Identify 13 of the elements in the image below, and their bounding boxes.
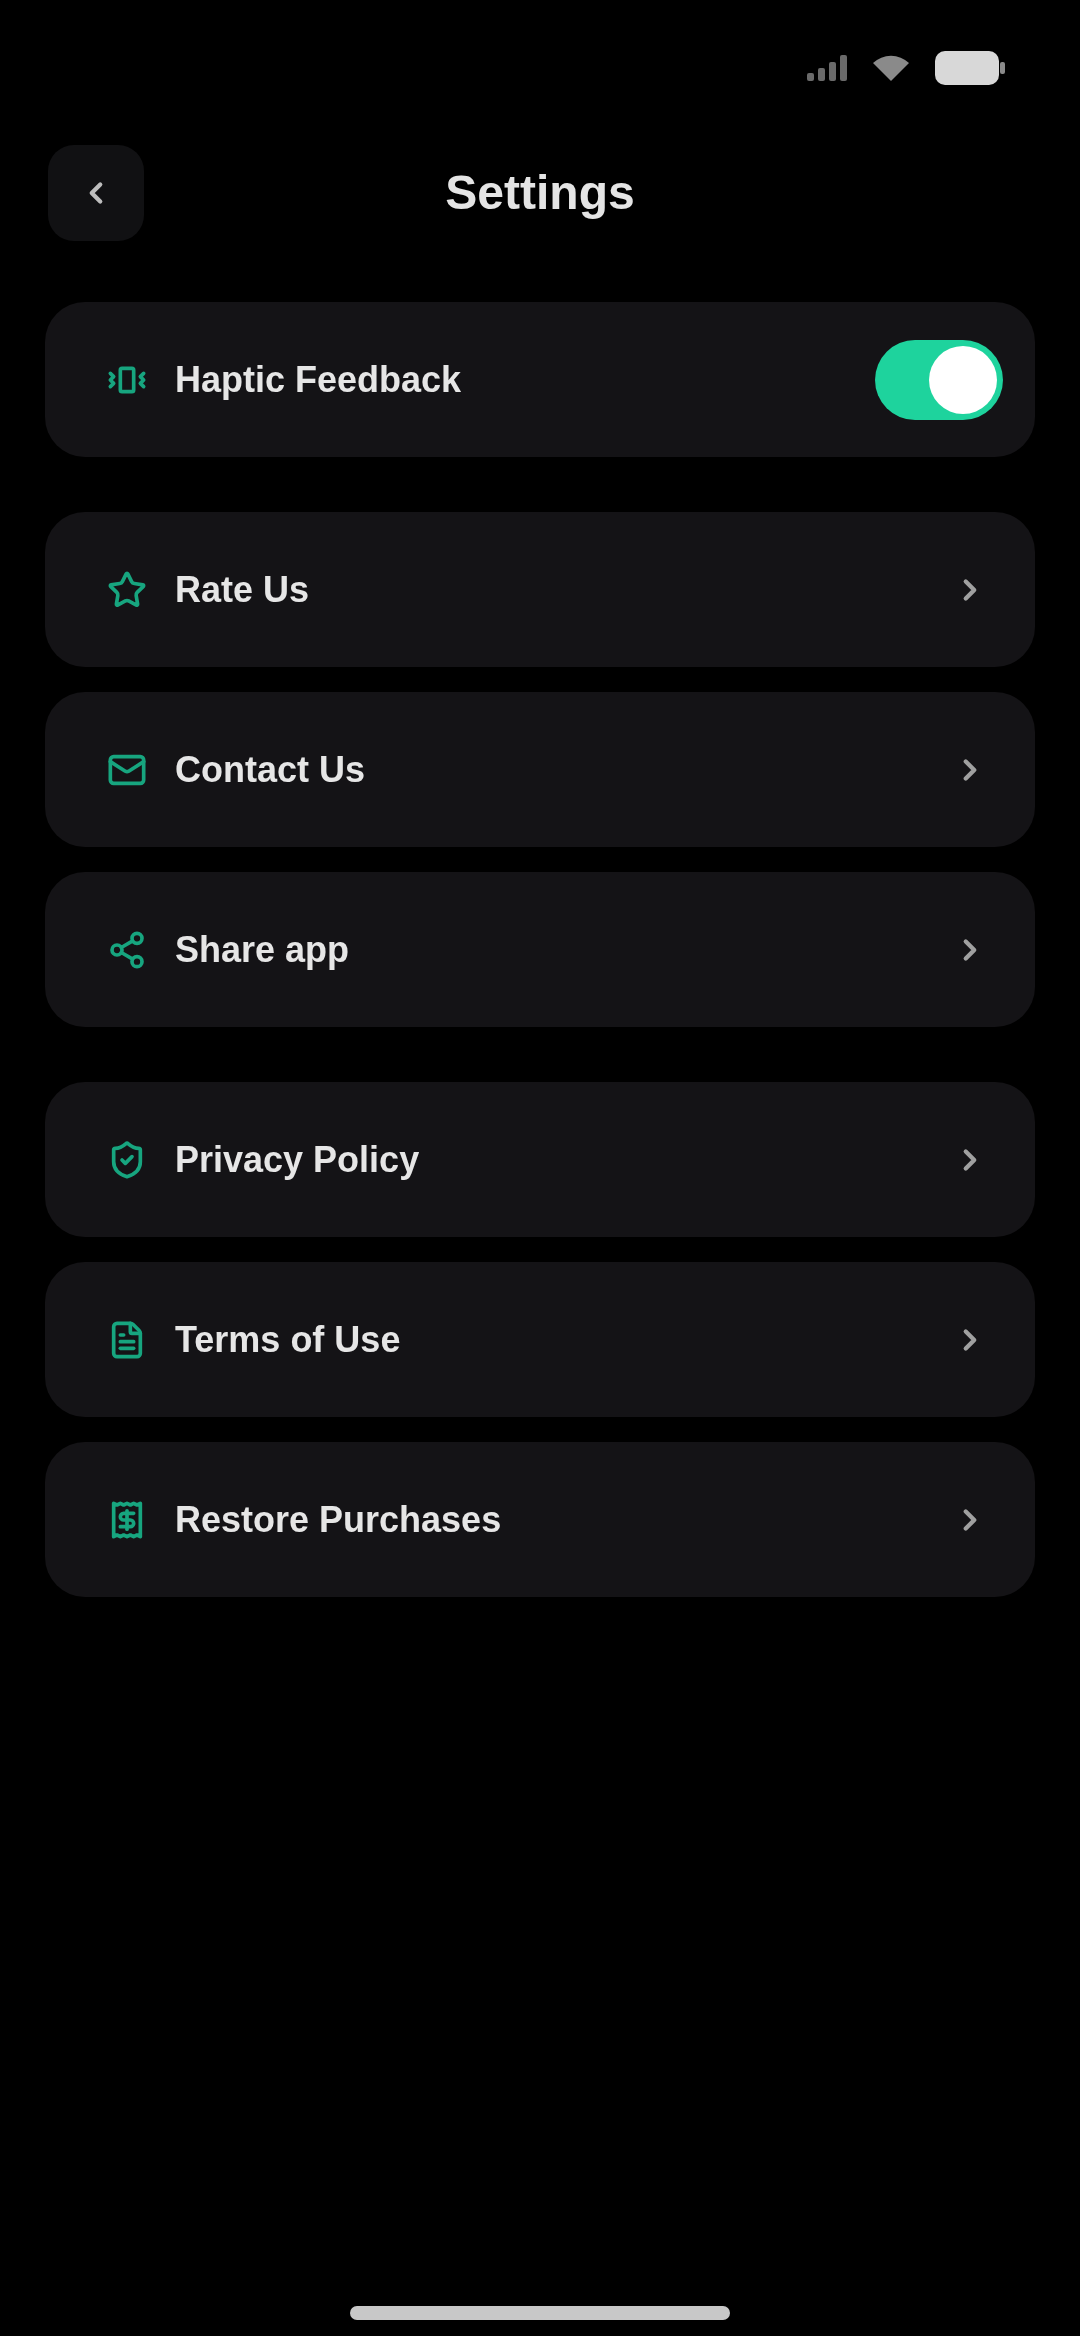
wifi-icon bbox=[873, 54, 909, 81]
settings-row[interactable]: Share app bbox=[45, 872, 1035, 1027]
settings-row[interactable]: Rate Us bbox=[45, 512, 1035, 667]
settings-row[interactable]: Privacy Policy bbox=[45, 1082, 1035, 1237]
settings-row[interactable]: Restore Purchases bbox=[45, 1442, 1035, 1597]
star-icon bbox=[107, 569, 147, 610]
signal-icon bbox=[807, 54, 847, 81]
settings-row[interactable]: Terms of Use bbox=[45, 1262, 1035, 1417]
settings-row[interactable]: Contact Us bbox=[45, 692, 1035, 847]
screen-title: Settings bbox=[445, 164, 635, 221]
battery-icon bbox=[935, 50, 1005, 85]
share-icon bbox=[107, 929, 147, 970]
setting-label: Haptic Feedback bbox=[175, 357, 462, 402]
